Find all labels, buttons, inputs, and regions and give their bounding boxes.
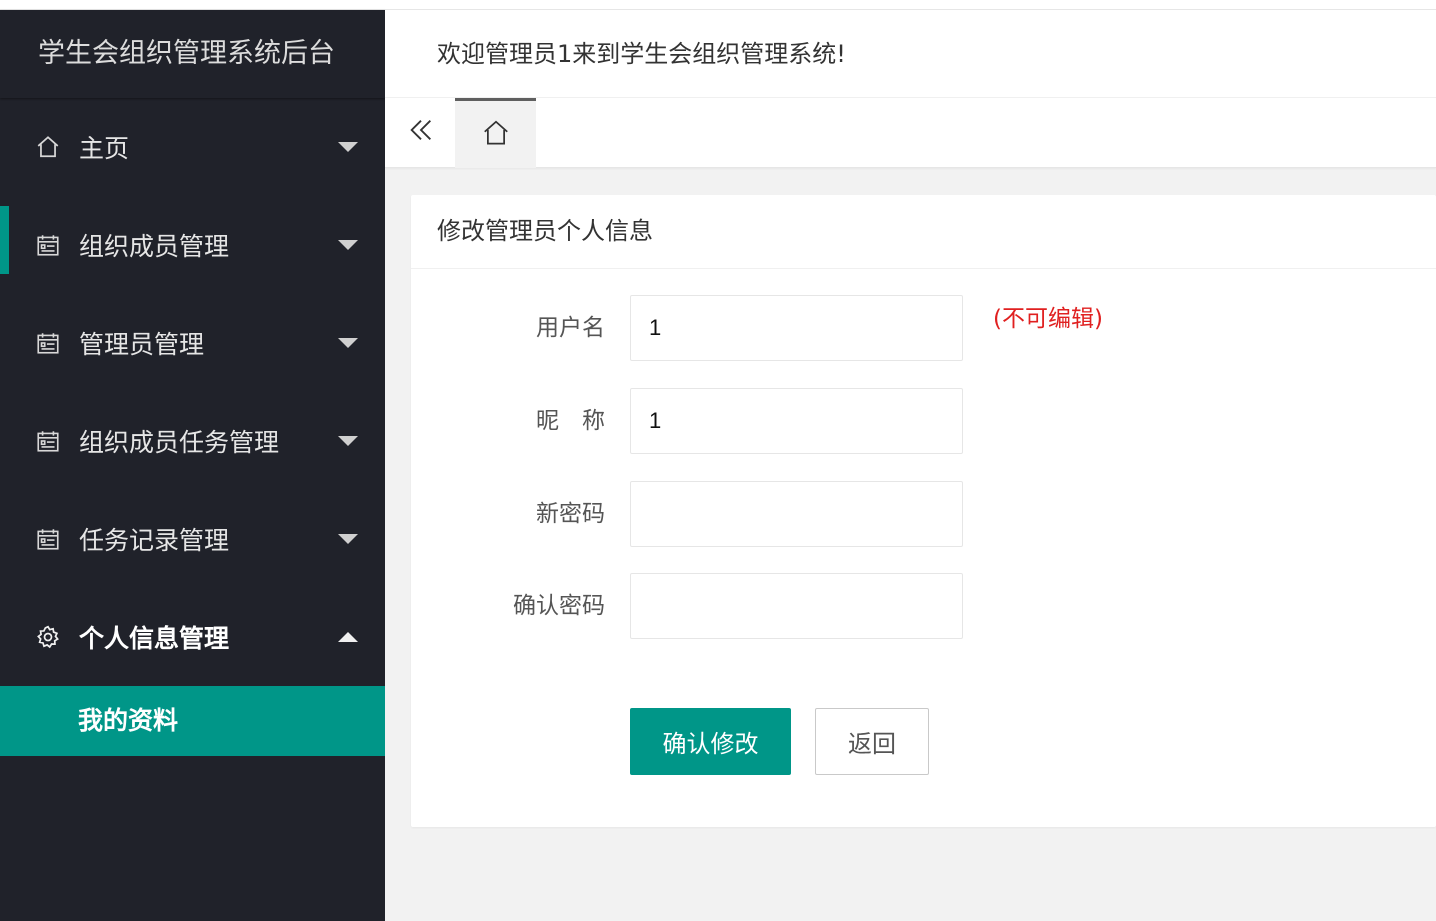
double-chevron-left-icon [407,116,435,148]
new-password-label: 新密码 [536,501,605,527]
sidebar: 学生会组织管理系统后台 主页 组织成员管理 管理员管理 组织成员任务管理 任务记… [0,10,385,921]
username-row: 用户名 (不可编辑) [411,295,1436,361]
calendar-icon [34,329,62,357]
calendar-icon [34,525,62,553]
not-editable-hint: (不可编辑) [993,306,1103,332]
back-button[interactable]: 返回 [815,708,929,775]
chevron-up-icon [338,632,358,642]
top-header: 欢迎管理员1来到学生会组织管理系统! [385,10,1436,98]
sidebar-item-home[interactable]: 主页 [0,98,385,196]
collapse-sidebar-button[interactable] [399,110,443,154]
home-icon [34,133,62,161]
new-password-row: 新密码 [411,481,1436,547]
chevron-down-icon [338,142,358,152]
chevron-down-icon [338,534,358,544]
welcome-message: 欢迎管理员1来到学生会组织管理系统! [437,40,846,68]
sidebar-item-label: 组织成员任务管理 [79,428,280,457]
sidebar-item-label: 任务记录管理 [79,526,230,555]
tab-home[interactable] [455,98,536,168]
form-title: 修改管理员个人信息 [411,195,1436,269]
top-border [0,0,1436,10]
home-icon [481,118,511,152]
gear-icon [34,623,62,651]
sidebar-item-label: 管理员管理 [79,330,205,359]
username-label: 用户名 [536,315,605,341]
nickname-input[interactable] [630,388,963,454]
sidebar-item-admins[interactable]: 管理员管理 [0,294,385,392]
username-input[interactable] [630,295,963,361]
chevron-down-icon [338,240,358,250]
calendar-icon [34,427,62,455]
nickname-row: 昵 称 [411,388,1436,454]
tab-bar [385,98,1436,168]
sidebar-item-label: 个人信息管理 [79,624,230,653]
app-title: 学生会组织管理系统后台 [0,10,385,98]
new-password-input[interactable] [630,481,963,547]
profile-form-card: 修改管理员个人信息 用户名 (不可编辑) 昵 称 新密码 确认密码 确认修改 返… [411,195,1436,827]
sidebar-item-member-tasks[interactable]: 组织成员任务管理 [0,392,385,490]
confirm-password-row: 确认密码 [411,573,1436,639]
confirm-password-input[interactable] [630,573,963,639]
chevron-down-icon [338,338,358,348]
sidebar-item-task-records[interactable]: 任务记录管理 [0,490,385,588]
calendar-icon [34,231,62,259]
sidebar-subitem-my-profile[interactable]: 我的资料 [0,686,385,756]
nickname-label: 昵 称 [536,408,605,434]
confirm-password-label: 确认密码 [513,593,605,619]
sidebar-item-label: 组织成员管理 [79,232,230,261]
sidebar-item-profile[interactable]: 个人信息管理 [0,588,385,686]
sidebar-item-members[interactable]: 组织成员管理 [0,196,385,294]
confirm-modify-button[interactable]: 确认修改 [630,708,791,775]
chevron-down-icon [338,436,358,446]
sidebar-nav: 主页 组织成员管理 管理员管理 组织成员任务管理 任务记录管理 个人信息管理 我… [0,98,385,756]
sidebar-item-label: 主页 [79,134,130,163]
